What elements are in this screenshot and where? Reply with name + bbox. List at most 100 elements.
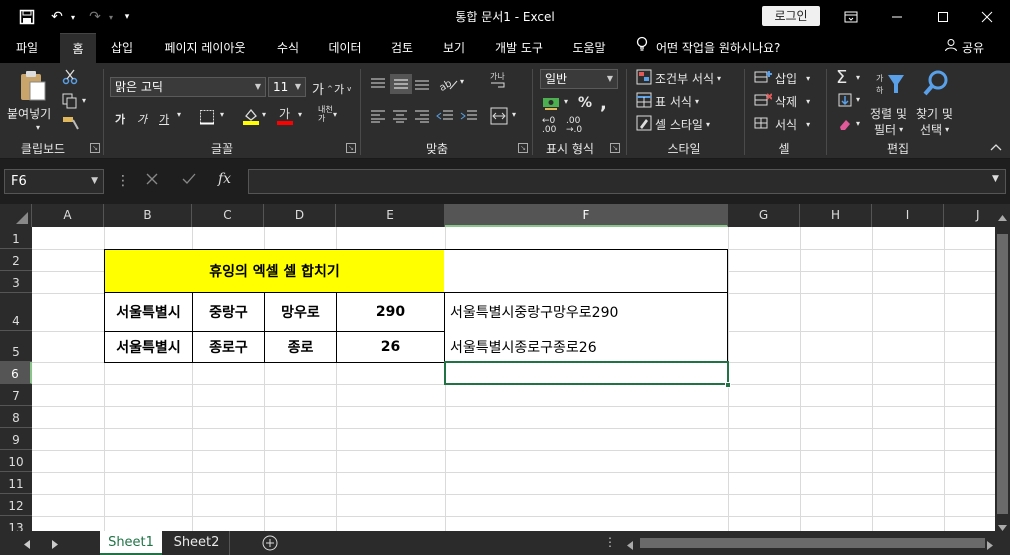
row-header-selected[interactable]: 6 [0,362,32,384]
decrease-font-icon[interactable]: 가v [334,81,351,97]
column-header[interactable]: D [264,204,336,227]
orientation-dropdown-icon[interactable]: ▾ [460,77,464,86]
align-middle-icon[interactable] [390,74,412,94]
cut-icon[interactable] [62,69,78,85]
fill-handle[interactable] [725,382,731,388]
borders-icon[interactable] [199,109,215,125]
font-size-select[interactable]: 11 ▼ [268,77,306,97]
collapse-ribbon-icon[interactable] [990,143,1002,151]
sort-filter-icon[interactable]: 가하 [876,71,906,97]
cell-b5[interactable]: 서울특별시 [104,331,193,363]
format-as-table-button[interactable]: 표 서식 ▾ [636,92,699,111]
borders-dropdown-icon[interactable]: ▾ [220,110,224,119]
font-color-icon[interactable]: 가 [276,106,294,126]
tab-page-layout[interactable]: 페이지 레이아웃 [154,33,256,63]
fill-dropdown-icon[interactable]: ▾ [856,95,860,104]
row-header[interactable]: 9 [0,428,32,450]
format-cells-button[interactable]: 서식 ▾ [754,115,810,134]
comma-style-icon[interactable]: , [600,93,607,114]
cell-b4[interactable]: 서울특별시 [104,292,193,332]
decrease-decimal-icon[interactable]: .00 →.0 [566,117,582,135]
sort-filter-label-2[interactable]: 필터 ▾ [874,121,903,138]
merge-center-icon[interactable] [490,107,508,125]
column-header[interactable]: B [104,204,192,227]
wrap-text-button[interactable]: 가나 [490,71,508,92]
cancel-entry-icon[interactable] [146,173,158,189]
percent-icon[interactable]: % [578,95,592,111]
column-header[interactable]: G [728,204,800,227]
orientation-icon[interactable]: ab [438,75,458,91]
close-icon[interactable] [964,0,1010,33]
scroll-up-icon[interactable] [998,210,1007,224]
scroll-left-icon[interactable] [627,539,633,553]
underline-dropdown-icon[interactable]: ▾ [177,110,181,119]
cell-c5[interactable]: 종로구 [192,331,265,363]
cell-c4[interactable]: 중랑구 [192,292,265,332]
font-launcher-icon[interactable]: ↘ [346,143,356,153]
tab-view[interactable]: 보기 [434,33,474,63]
cell-f4[interactable]: 서울특별시중랑구망우로290 [445,292,728,332]
phonetic-dropdown-icon[interactable]: ▾ [333,110,337,119]
maximize-icon[interactable] [920,0,966,33]
tab-review[interactable]: 검토 [382,33,422,63]
horizontal-scrollbar[interactable] [625,536,995,550]
ribbon-display-icon[interactable] [828,0,874,33]
clear-icon[interactable] [838,117,852,131]
find-select-label[interactable]: 찾기 및 [916,105,953,122]
tab-file[interactable]: 파일 [4,33,50,63]
accounting-dropdown-icon[interactable]: ▾ [564,97,568,106]
tab-data[interactable]: 데이터 [320,33,370,63]
next-sheet-icon[interactable] [52,538,58,552]
align-center-icon[interactable] [392,109,408,123]
share-button[interactable]: 공유 [944,33,984,63]
cell-e5[interactable]: 26 [336,331,445,363]
row-header[interactable]: 11 [0,472,32,494]
row-header[interactable]: 4 [0,293,32,331]
merge-dropdown-icon[interactable]: ▾ [512,110,516,119]
paste-label[interactable]: 붙여넣기 [7,105,51,122]
increase-decimal-icon[interactable]: ←0.00 [542,117,556,135]
column-header[interactable]: H [800,204,872,227]
login-button[interactable]: 로그인 [762,6,820,26]
column-header[interactable]: I [872,204,944,227]
autosum-dropdown-icon[interactable]: ▾ [856,73,860,82]
align-right-icon[interactable] [414,109,430,123]
column-header[interactable]: C [192,204,264,227]
tell-me-search[interactable]: 어떤 작업을 원하시나요? [636,33,780,63]
cell-d5[interactable]: 종로 [264,331,337,363]
tab-insert[interactable]: 삽입 [102,33,142,63]
row-header[interactable]: 3 [0,271,32,293]
cell-f5[interactable]: 서울특별시종로구종로26 [445,331,728,363]
row-header[interactable]: 1 [0,227,32,249]
autosum-icon[interactable]: Σ [836,67,847,88]
paste-dropdown-icon[interactable]: ▾ [36,123,40,132]
delete-cells-button[interactable]: 삭제 ▾ [754,92,810,111]
clear-dropdown-icon[interactable]: ▾ [856,119,860,128]
find-select-label-2[interactable]: 선택 ▾ [920,121,949,138]
find-select-icon[interactable] [922,69,950,97]
align-bottom-icon[interactable] [414,77,430,91]
split-handle-icon[interactable]: ⋮ [604,535,616,549]
cell-d4[interactable]: 망우로 [264,292,337,332]
phonetic-icon[interactable]: 내천 가 [318,105,333,123]
font-color-dropdown-icon[interactable]: ▾ [298,110,302,119]
sheet-tab-sheet1[interactable]: Sheet1 [100,531,162,555]
insert-cells-button[interactable]: 삽입 ▾ [754,69,810,88]
row-header[interactable]: 13 [0,516,32,531]
row-header[interactable]: 2 [0,249,32,271]
worksheet-grid[interactable]: A B C D E F G H I J 1 2 3 4 5 6 7 8 9 10… [0,204,995,531]
increase-font-icon[interactable]: 가 ^ [312,79,333,98]
column-header[interactable]: J [944,204,995,227]
font-name-select[interactable]: 맑은 고딕 ▼ [110,77,266,97]
tab-home[interactable]: 홈 [60,33,96,63]
number-launcher-icon[interactable]: ↘ [610,143,620,153]
expand-formula-icon[interactable]: ▼ [992,174,999,184]
paste-icon[interactable] [18,69,48,103]
column-header[interactable]: E [336,204,445,227]
cell-f2[interactable] [444,249,728,293]
accounting-format-icon[interactable] [542,95,562,111]
select-all-corner[interactable] [0,204,32,227]
add-sheet-icon[interactable] [262,535,278,554]
tab-formulas[interactable]: 수식 [268,33,308,63]
underline-button[interactable]: 가 [159,111,169,127]
